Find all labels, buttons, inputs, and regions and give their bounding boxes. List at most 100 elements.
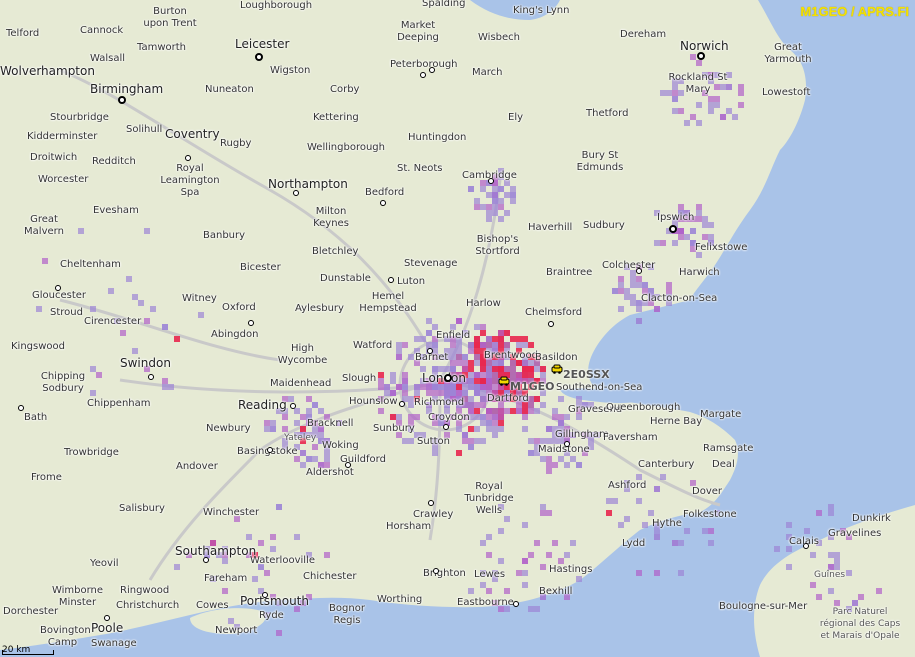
- place-label: Tamworth: [137, 42, 186, 53]
- station-label[interactable]: 2E0SSX: [563, 368, 610, 381]
- coverage-cell: [450, 360, 456, 366]
- scale-bar: 20 km: [2, 645, 54, 655]
- coverage-cell: [378, 384, 384, 390]
- place-label: Ryde: [259, 610, 284, 621]
- place-label: Swanage: [91, 638, 137, 649]
- coverage-cell: [480, 330, 486, 336]
- coverage-cell: [450, 348, 456, 354]
- coverage-cell: [540, 372, 546, 378]
- place-label: Andover: [176, 461, 218, 472]
- coverage-cell: [654, 240, 660, 246]
- map-view[interactable]: Loughborough Spalding King's Lynn Burton…: [0, 0, 915, 657]
- coverage-cell: [540, 366, 546, 372]
- place-label: Croydon: [428, 412, 470, 423]
- coverage-cell: [540, 564, 546, 570]
- place-label: Canterbury: [638, 459, 695, 470]
- place-label: Winchester: [203, 507, 260, 518]
- coverage-cell: [540, 510, 546, 516]
- coverage-cell: [510, 192, 516, 198]
- place-label: Watford: [353, 340, 393, 351]
- city-marker: [293, 190, 299, 196]
- coverage-cell: [576, 462, 582, 468]
- station-label[interactable]: M1GEO: [510, 380, 555, 393]
- coverage-cell: [504, 366, 510, 372]
- coverage-cell: [222, 588, 228, 594]
- coverage-cell: [468, 378, 474, 384]
- coverage-cell: [480, 396, 486, 402]
- place-label: Guînes: [814, 570, 846, 580]
- place-label: Wimborne Minster: [51, 585, 104, 608]
- coverage-cell: [486, 342, 492, 348]
- place-label: Milton Keynes: [313, 206, 349, 229]
- attribution-label: M1GEO / APRS.FI: [800, 4, 909, 19]
- coverage-cell: [696, 60, 702, 66]
- place-label: Boulogne-sur-Mer: [719, 601, 808, 612]
- coverage-cell: [522, 414, 528, 420]
- coverage-cell: [396, 348, 402, 354]
- coverage-cell: [486, 378, 492, 384]
- coverage-cell: [624, 294, 630, 300]
- coverage-cell: [816, 510, 822, 516]
- coverage-cell: [396, 354, 402, 360]
- place-label: Birmingham: [90, 82, 164, 96]
- coverage-cell: [810, 582, 816, 588]
- coverage-cell: [486, 408, 492, 414]
- coverage-cell: [690, 54, 696, 60]
- coverage-cell: [528, 606, 534, 612]
- coverage-cell: [408, 438, 414, 444]
- coverage-cell: [516, 570, 522, 576]
- coverage-cell: [390, 378, 396, 384]
- coverage-cell: [414, 414, 420, 420]
- place-label: Southend-on-Sea: [556, 382, 643, 393]
- coverage-cell: [480, 582, 486, 588]
- place-label: Dartford: [487, 393, 529, 404]
- coverage-cell: [468, 186, 474, 192]
- coverage-cell: [786, 522, 792, 528]
- coverage-cell: [528, 342, 534, 348]
- coverage-cell: [642, 522, 648, 528]
- coverage-cell: [570, 540, 576, 546]
- place-label: Dover: [692, 486, 722, 497]
- coverage-cell: [498, 198, 504, 204]
- coverage-cell: [312, 444, 318, 450]
- place-label: Rugby: [220, 138, 252, 149]
- coverage-cell: [552, 462, 558, 468]
- coverage-cell: [678, 228, 684, 234]
- coverage-cell: [270, 420, 276, 426]
- coverage-cell: [282, 414, 288, 420]
- place-label: Dereham: [620, 29, 667, 40]
- car-icon[interactable]: [551, 362, 563, 374]
- place-label: Southampton: [175, 544, 257, 558]
- coverage-cell: [126, 276, 132, 282]
- coverage-cell: [618, 522, 624, 528]
- place-label: Sutton: [417, 436, 450, 447]
- coverage-cell: [474, 336, 480, 342]
- city-marker: [669, 225, 677, 233]
- place-label: Newbury: [206, 423, 251, 434]
- place-label: Braintree: [546, 267, 593, 278]
- coverage-cell: [522, 336, 528, 342]
- coverage-cell: [474, 348, 480, 354]
- coverage-cell: [276, 630, 282, 636]
- place-label: Spalding: [422, 0, 466, 9]
- coverage-cell: [396, 414, 402, 420]
- city-marker: [248, 320, 254, 326]
- coverage-cell: [468, 384, 474, 390]
- place-label: Brighton: [423, 568, 466, 579]
- coverage-cell: [534, 366, 540, 372]
- place-label: Burton upon Trent: [143, 6, 197, 29]
- coverage-cell: [552, 408, 558, 414]
- place-label: Great Malvern: [24, 214, 64, 237]
- coverage-cell: [294, 420, 300, 426]
- coverage-cell: [522, 582, 528, 588]
- car-icon[interactable]: [498, 374, 510, 386]
- place-label: Cannock: [80, 25, 124, 36]
- coverage-cell: [306, 456, 312, 462]
- coverage-cell: [678, 540, 684, 546]
- place-label: Haverhill: [528, 222, 573, 233]
- coverage-cell: [630, 294, 636, 300]
- coverage-cell: [480, 402, 486, 408]
- coverage-cell: [738, 84, 744, 90]
- coverage-cell: [498, 342, 504, 348]
- coverage-cell: [456, 318, 462, 324]
